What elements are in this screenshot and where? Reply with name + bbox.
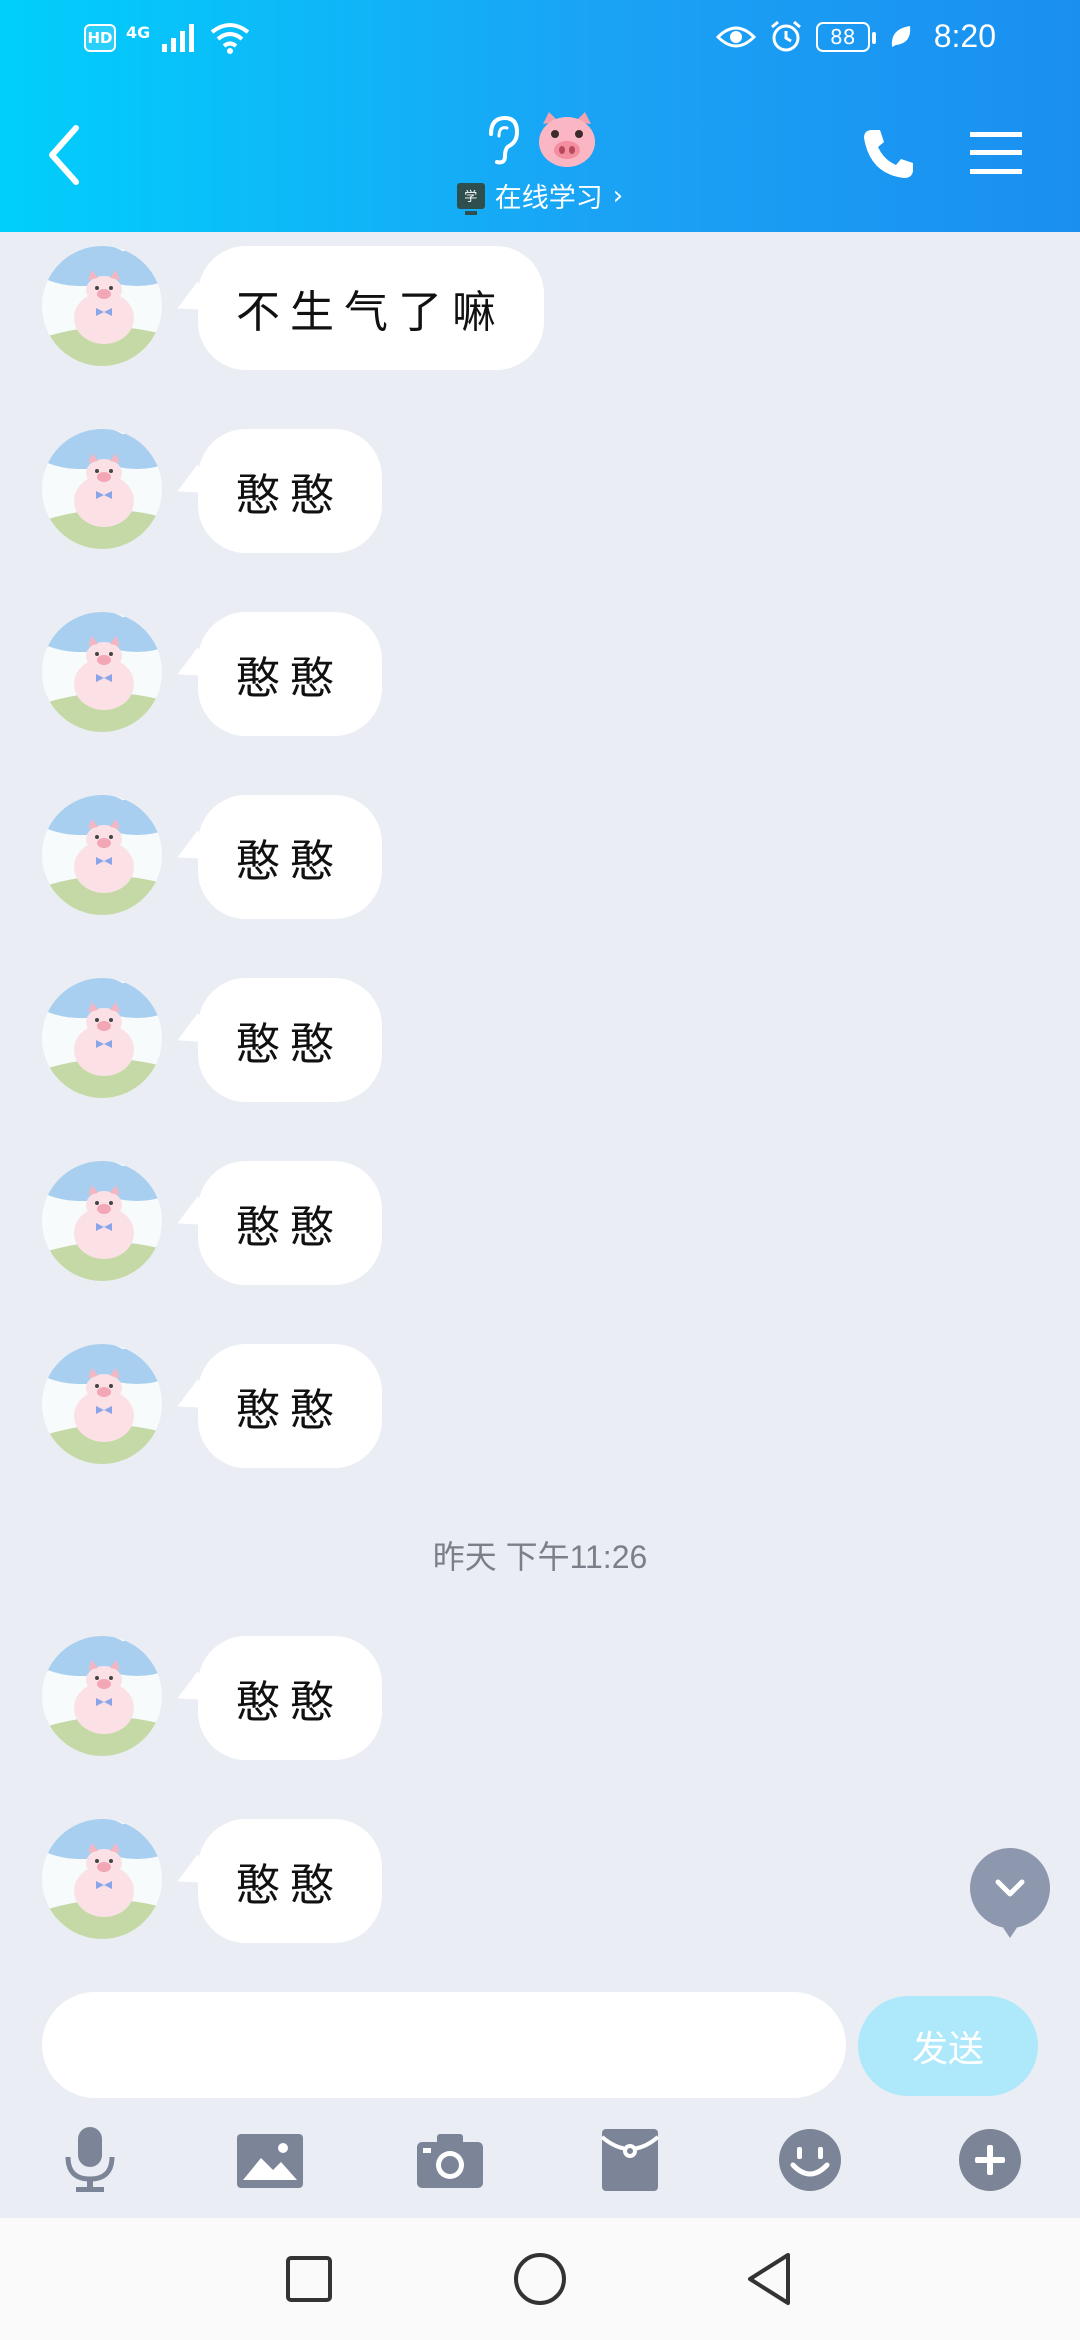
title-row — [340, 108, 740, 172]
message-row: 不生气了嘛 — [0, 246, 1080, 370]
recent-apps-button[interactable] — [274, 2244, 344, 2314]
avatar[interactable] — [42, 1344, 162, 1464]
leaf-icon — [891, 25, 910, 47]
message-bubble[interactable]: 憨憨 — [198, 612, 382, 736]
message-bubble[interactable]: 不生气了嘛 — [198, 246, 544, 370]
status-bar: HD 4G 88 8:20 — [0, 0, 1080, 82]
status-badge: 学 — [456, 182, 485, 215]
recent-apps-icon — [286, 2256, 332, 2302]
message-row: 憨憨 — [0, 1819, 1080, 1943]
message-bubble[interactable]: 憨憨 — [198, 978, 382, 1102]
message-bubble[interactable]: 憨憨 — [198, 795, 382, 919]
home-icon — [514, 2253, 566, 2305]
status-text: 在线学习 — [494, 183, 603, 214]
hd-badge: HD — [84, 24, 116, 52]
phone-icon — [864, 130, 913, 178]
ear-icon — [489, 115, 520, 165]
camera-button[interactable] — [410, 2120, 490, 2200]
pig-face-icon — [539, 112, 595, 167]
chat-header: HD 4G 88 8:20 学 在线学习 › — [0, 0, 1080, 232]
more-button[interactable] — [950, 2120, 1030, 2200]
plus-icon — [959, 2129, 1021, 2191]
back-icon — [748, 2253, 790, 2305]
message-row: 憨憨 — [0, 612, 1080, 736]
pig-avatar-icon — [42, 429, 162, 549]
menu-icon — [970, 132, 1022, 174]
alarm-icon — [770, 20, 801, 51]
chevron-left-icon — [49, 125, 79, 185]
message-bubble[interactable]: 憨憨 — [198, 1161, 382, 1285]
message-bubble[interactable]: 憨憨 — [198, 1344, 382, 1468]
voice-button[interactable] — [50, 2120, 130, 2200]
message-row: 憨憨 — [0, 1161, 1080, 1285]
clock-time: 8:20 — [933, 18, 996, 54]
camera-icon — [417, 2134, 483, 2188]
red-packet-button[interactable] — [590, 2120, 670, 2200]
avatar[interactable] — [42, 246, 162, 366]
avatar[interactable] — [42, 429, 162, 549]
scroll-to-bottom-button[interactable] — [970, 1848, 1050, 1938]
pig-avatar-icon — [42, 1636, 162, 1756]
avatar[interactable] — [42, 612, 162, 732]
avatar[interactable] — [42, 1636, 162, 1756]
message-bubble[interactable]: 憨憨 — [198, 429, 382, 553]
home-button[interactable] — [505, 2244, 575, 2314]
message-row: 憨憨 — [0, 429, 1080, 553]
wifi-icon — [211, 23, 250, 54]
emoji-icon — [779, 2129, 841, 2191]
pig-avatar-icon — [42, 246, 162, 366]
status-left: HD 4G — [84, 22, 250, 54]
avatar[interactable] — [42, 795, 162, 915]
pig-avatar-icon — [42, 978, 162, 1098]
avatar[interactable] — [42, 1819, 162, 1939]
network-type-label: 4G — [126, 22, 151, 42]
message-row: 憨憨 — [0, 795, 1080, 919]
message-input[interactable] — [42, 1992, 846, 2098]
back-nav-button[interactable] — [735, 2244, 805, 2314]
pig-avatar-icon — [42, 795, 162, 915]
status-right: 88 8:20 — [715, 18, 996, 55]
message-row: 憨憨 — [0, 1636, 1080, 1760]
voice-call-button[interactable] — [858, 124, 918, 184]
menu-button[interactable] — [968, 126, 1024, 180]
chevron-down-icon — [995, 1879, 1025, 1897]
back-button[interactable] — [40, 120, 90, 190]
system-navigation-bar — [0, 2218, 1080, 2340]
input-toolbar — [0, 2120, 1080, 2202]
microphone-icon — [65, 2127, 115, 2192]
chat-title: 学 在线学习 › — [340, 108, 740, 218]
red-packet-icon — [600, 2129, 660, 2191]
pig-avatar-icon — [42, 1344, 162, 1464]
emoji-button[interactable] — [770, 2120, 850, 2200]
chevron-right-icon: › — [612, 180, 624, 211]
signal-icon — [162, 24, 195, 52]
image-icon — [237, 2134, 303, 2188]
battery-indicator: 88 — [815, 21, 876, 52]
eye-icon — [715, 26, 756, 47]
message-bubble[interactable]: 憨憨 — [198, 1819, 382, 1943]
avatar[interactable] — [42, 1161, 162, 1281]
gallery-button[interactable] — [230, 2120, 310, 2200]
message-timestamp: 昨天 下午11:26 — [432, 1539, 648, 1575]
pig-avatar-icon — [42, 612, 162, 732]
message-row: 憨憨 — [0, 978, 1080, 1102]
pig-avatar-icon — [42, 1819, 162, 1939]
pig-avatar-icon — [42, 1161, 162, 1281]
online-status[interactable]: 学 在线学习 › — [340, 176, 740, 215]
message-bubble[interactable]: 憨憨 — [198, 1636, 382, 1760]
message-row: 憨憨 — [0, 1344, 1080, 1468]
send-button[interactable]: 发送 — [858, 1996, 1038, 2096]
avatar[interactable] — [42, 978, 162, 1098]
